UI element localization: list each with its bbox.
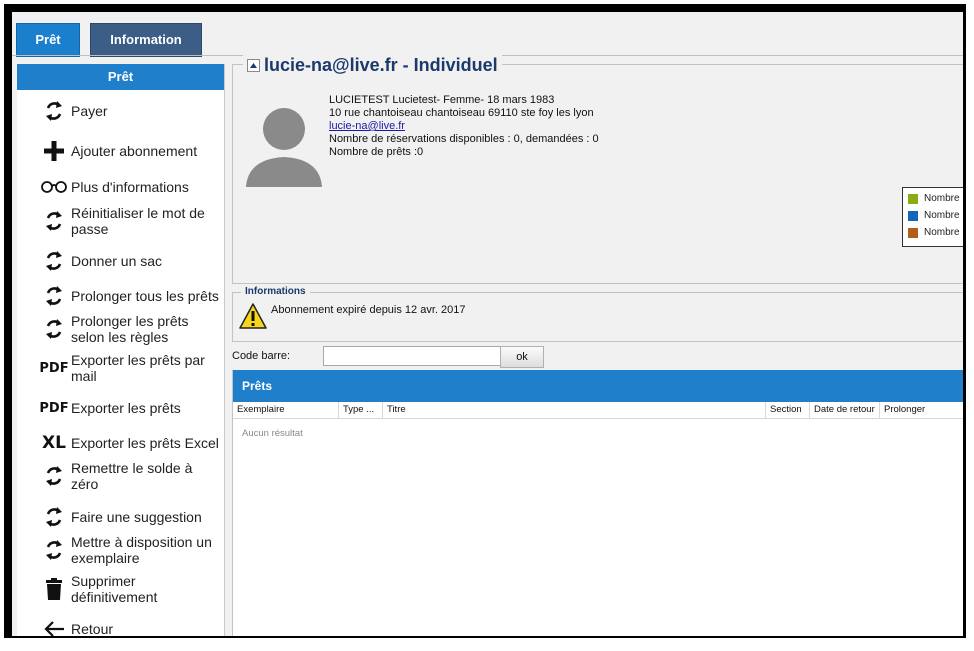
column-type[interactable]: Type ... [339,402,383,418]
sidebar-item-label: Prolonger les prêts selon les règles [71,313,189,345]
excel-icon: XL [42,433,66,453]
legend-item: Nombre [908,193,960,204]
user-reservations: Nombre de réservations disponibles : 0, … [329,133,599,145]
arrow-left-icon [37,620,71,636]
empty-message: Aucun résultat [242,428,303,439]
collapse-button[interactable] [247,59,260,72]
loans-panel: Prêts Exemplaire Type ... Titre Section … [232,370,963,636]
window-frame: Prêt Information Prêt Payer Ajouter abon… [4,4,966,638]
plus-icon [37,140,71,162]
legend-swatch [908,210,918,221]
user-address: 10 rue chantoiseau chantoiseau 69110 ste… [329,107,594,119]
chart-legend: Nombre Nombre Nombre [902,187,963,247]
refresh-icon [37,100,71,122]
legend-swatch [908,193,918,204]
sidebar-item-exporter-prets[interactable]: PDF Exporter les prêts [17,391,224,425]
refresh-icon [37,506,71,528]
user-card-legend: lucie-na@live.fr - Individuel [243,55,502,76]
warning-icon [239,303,267,334]
sidebar-item-ajouter-abonnement[interactable]: Ajouter abonnement [17,134,224,168]
refresh-icon [37,285,71,307]
refresh-icon [37,539,71,561]
sidebar-item-label: Payer [71,103,108,119]
page-title: lucie-na@live.fr - Individuel [264,55,498,75]
sidebar-item-mettre-a-disposition[interactable]: Mettre à disposition un exemplaire [17,531,224,569]
sidebar-item-exporter-par-mail[interactable]: PDF Exporter les prêts par mail [17,349,224,387]
sidebar-item-label: Remettre le solde à zéro [71,460,193,492]
user-card: lucie-na@live.fr - Individuel LUCIETEST … [232,55,963,284]
column-section[interactable]: Section [766,402,810,418]
sidebar-item-label: Prolonger tous les prêts [71,288,219,304]
warning-message: Abonnement expiré depuis 12 avr. 2017 [271,304,466,316]
column-titre[interactable]: Titre [383,402,766,418]
trash-icon [37,578,71,600]
sidebar-item-label: Exporter les prêts [71,400,181,416]
legend-item: Nombre [908,227,960,238]
sidebar-item-label: Plus d'informations [71,179,189,195]
sidebar-item-remettre-solde[interactable]: Remettre le solde à zéro [17,457,224,495]
user-details: LUCIETEST Lucietest- Femme- 18 mars 1983… [329,94,599,159]
refresh-icon [37,210,71,232]
sidebar-item-label: Faire une suggestion [71,509,202,525]
sidebar-item-label: Mettre à disposition un exemplaire [71,534,212,566]
refresh-icon [37,250,71,272]
legend-label: Nombre [924,210,960,221]
sidebar-item-donner-un-sac[interactable]: Donner un sac [17,244,224,278]
tab-information[interactable]: Information [90,23,202,57]
column-prolonger[interactable]: Prolonger [880,402,963,418]
refresh-icon [37,465,71,487]
informations-panel: Informations Abonnement expiré depuis 12… [232,286,963,342]
legend-label: Nombre [924,193,960,204]
column-date-retour[interactable]: Date de retour [810,402,880,418]
pdf-icon: PDF [39,360,69,376]
sidebar: Prêt Payer Ajouter abonnement Plus d'inf… [17,64,225,636]
legend-swatch [908,227,918,238]
sidebar-item-exporter-excel[interactable]: XL Exporter les prêts Excel [17,426,224,460]
sidebar-item-label: Réinitialiser le mot de passe [71,205,205,237]
sidebar-item-faire-suggestion[interactable]: Faire une suggestion [17,500,224,534]
refresh-icon [37,318,71,340]
sidebar-item-prolonger-tous[interactable]: Prolonger tous les prêts [17,279,224,313]
pdf-icon: PDF [39,400,69,416]
sidebar-item-label: Exporter les prêts par mail [71,352,205,384]
sidebar-item-label: Donner un sac [71,253,163,269]
column-exemplaire[interactable]: Exemplaire [233,402,339,418]
sidebar-item-label: Exporter les prêts Excel [71,435,219,451]
ok-button[interactable]: ok [500,346,544,368]
tab-bar: Prêt Information [12,12,963,57]
user-identity: LUCIETEST Lucietest- Femme- 18 mars 1983 [329,94,555,106]
sidebar-header: Prêt [17,64,224,90]
app-window: Prêt Information Prêt Payer Ajouter abon… [12,12,963,636]
table-header: Exemplaire Type ... Titre Section Date d… [233,402,963,419]
chevron-up-icon [250,63,257,68]
user-loans-count: Nombre de prêts :0 [329,146,424,158]
sidebar-item-retour[interactable]: Retour [17,612,224,636]
barcode-input[interactable] [323,346,503,366]
avatar [246,107,322,187]
informations-title: Informations [241,286,310,297]
sidebar-item-label: Retour [71,621,114,636]
sidebar-item-prolonger-selon-regles[interactable]: Prolonger les prêts selon les règles [17,310,224,348]
legend-item: Nombre [908,210,960,221]
sidebar-item-label: Ajouter abonnement [71,143,198,159]
sidebar-item-plus-informations[interactable]: Plus d'informations [17,170,224,204]
user-email-link[interactable]: lucie-na@live.fr [329,120,599,133]
loans-title: Prêts [233,370,963,402]
glasses-icon [37,180,71,194]
tab-pret[interactable]: Prêt [16,23,80,57]
sidebar-item-payer[interactable]: Payer [17,94,224,128]
sidebar-item-supprimer[interactable]: Supprimer définitivement [17,570,224,608]
main-content: lucie-na@live.fr - Individuel LUCIETEST … [232,55,963,636]
barcode-label: Code barre: [232,350,291,362]
sidebar-item-reinitialiser-mot-de-passe[interactable]: Réinitialiser le mot de passe [17,202,224,240]
sidebar-item-label: Supprimer définitivement [71,573,158,605]
legend-label: Nombre [924,227,960,238]
